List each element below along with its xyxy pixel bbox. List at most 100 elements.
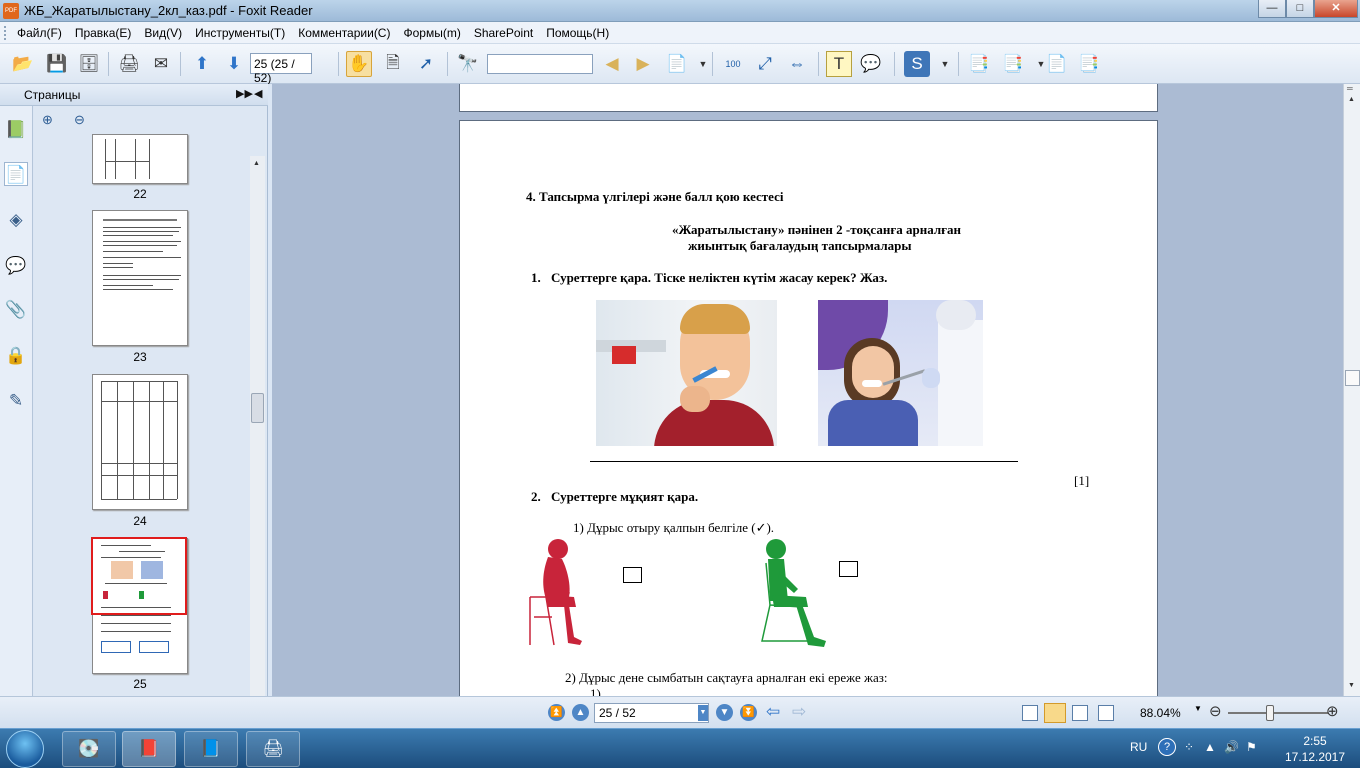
pdf-convert-icon[interactable]: 📑 [1000, 51, 1026, 77]
foxit-app-icon[interactable]: PDF [3, 3, 19, 19]
binoculars-icon[interactable]: 🔭 [455, 51, 481, 77]
next-page-icon[interactable]: ⬇ [221, 51, 247, 77]
continuous-page-icon[interactable] [1044, 703, 1066, 723]
scroll-up-arrow-icon[interactable]: ▲ [1348, 96, 1355, 103]
hand-tool-icon[interactable]: ✋ [346, 51, 372, 77]
speaker-icon[interactable]: 🔊 [1224, 740, 1239, 754]
scrollbar-thumb[interactable] [251, 393, 264, 423]
help-icon[interactable]: ? [1158, 738, 1176, 756]
toolbar-separator [338, 52, 339, 76]
good-posture-checkbox[interactable] [839, 561, 858, 577]
flag-icon[interactable]: ⚑ [1246, 740, 1257, 754]
zoom-out-icon[interactable]: ⊖ [1209, 702, 1222, 720]
dropdown-arrow-icon[interactable]: ▼ [932, 51, 958, 77]
start-button[interactable] [6, 730, 44, 768]
menu-item[interactable]: SharePoint [474, 26, 533, 40]
menu-item[interactable]: Правка(E) [75, 26, 132, 40]
language-indicator[interactable]: RU [1130, 740, 1147, 754]
next-page-icon[interactable]: ▼ [716, 704, 733, 721]
comments-icon[interactable]: 💬 [4, 254, 28, 278]
prev-page-icon[interactable]: ▲ [572, 704, 589, 721]
open-folder-icon[interactable]: 📂 [10, 51, 36, 77]
page-number-input[interactable]: 25 (25 / 52) [250, 53, 312, 85]
bad-posture-checkbox[interactable] [623, 567, 642, 583]
page-thumbnail-24[interactable] [92, 374, 188, 510]
pdf-page-icon[interactable]: 📄 [1044, 51, 1070, 77]
close-button[interactable]: ✕ [1314, 0, 1358, 18]
subtitle-line-1: «Жаратылыстану» пәнінен 2 -тоқсанға арна… [672, 222, 962, 237]
layers-icon[interactable]: ◈ [4, 208, 28, 232]
zoom-slider[interactable] [1228, 705, 1328, 721]
menu-item[interactable]: Помощь(H) [546, 26, 609, 40]
network-icon[interactable]: ⁘ [1184, 740, 1194, 754]
menu-item[interactable]: Инструменты(T) [195, 26, 285, 40]
print-icon[interactable]: 🖨 [116, 51, 142, 77]
maximize-button[interactable]: □ [1286, 0, 1314, 18]
foxit-reader-taskbar-icon[interactable]: 📕 [122, 731, 176, 767]
bookmarks-icon[interactable]: 📗 [4, 118, 28, 142]
scrollbar-thumb[interactable] [1345, 370, 1360, 386]
menu-item[interactable]: Комментарии(C) [298, 26, 390, 40]
note-icon[interactable]: 💬 [858, 51, 884, 77]
find-previous-icon[interactable]: ◀ [599, 51, 625, 77]
zoom-dropdown-icon[interactable]: ▼ [1194, 704, 1202, 713]
current-view-frame[interactable] [91, 537, 187, 615]
security-lock-icon[interactable]: 🔒 [4, 344, 28, 368]
thumbnail-label: 23 [133, 350, 147, 364]
minimize-button[interactable]: — [1258, 0, 1286, 18]
save-icon[interactable]: 💾 [44, 51, 70, 77]
last-page-icon[interactable]: ⏬ [740, 704, 757, 721]
actual-size-icon[interactable]: 100 [720, 51, 746, 77]
page-thumbnail-23[interactable] [92, 210, 188, 346]
zoom-level[interactable]: 88.04% [1140, 706, 1181, 720]
collapse-panel-icon[interactable]: ◀ [254, 87, 262, 100]
fit-options-icon[interactable]: 📄 [664, 51, 690, 77]
previous-page-icon[interactable]: ⬆ [189, 51, 215, 77]
split-view-icon[interactable]: ═ [1347, 84, 1353, 93]
clock[interactable]: 2:55 17.12.2017 [1280, 733, 1350, 765]
select-text-icon[interactable]: 🗎 [380, 51, 406, 77]
page-navigation-input[interactable]: 25 / 52 [594, 703, 709, 723]
scroll-up-arrow-icon[interactable]: ▲ [253, 160, 260, 167]
facing-pages-icon[interactable] [1072, 705, 1088, 721]
thumbnails-scrollbar[interactable]: ▲ ▼ [250, 156, 265, 716]
menu-item[interactable]: Вид(V) [144, 26, 182, 40]
zoom-thumbnail-in-icon[interactable]: ⊕ [42, 112, 60, 130]
first-page-icon[interactable]: ⏫ [548, 704, 565, 721]
fit-width-icon[interactable]: ⇔ [784, 51, 810, 77]
zoom-in-icon[interactable]: ⊕ [1326, 702, 1339, 720]
menu-item[interactable]: Формы(m) [403, 26, 460, 40]
panel-options-icon[interactable]: ▶▶ [236, 87, 253, 100]
scroll-down-arrow-icon[interactable]: ▼ [1348, 682, 1355, 689]
signature-icon[interactable]: ✎ [4, 389, 28, 413]
good-posture-figure [761, 539, 826, 647]
zoom-thumbnail-out-icon[interactable]: ⊖ [74, 112, 92, 130]
zoom-slider-knob[interactable] [1266, 705, 1274, 721]
back-arrow-icon[interactable]: ⇦ [766, 702, 780, 722]
printer-taskbar-icon[interactable]: 🖨 [246, 731, 300, 767]
pdf-create-icon[interactable]: 📑 [966, 51, 992, 77]
email-icon[interactable]: ✉ [148, 51, 174, 77]
pdf-combine-icon[interactable]: 📑 [1076, 51, 1102, 77]
document-scrollbar[interactable]: ═ ▲ ▼ [1343, 84, 1360, 696]
pdf-page: 4. Тапсырма үлгілері және балл қою кесте… [459, 120, 1158, 700]
find-input[interactable] [487, 54, 593, 74]
menu-item[interactable]: Файл(F) [17, 26, 62, 40]
save-all-icon[interactable]: 🗄 [76, 51, 102, 77]
forward-arrow-icon[interactable]: ⇨ [792, 702, 806, 722]
continuous-facing-icon[interactable] [1098, 705, 1114, 721]
find-next-icon[interactable]: ▶ [630, 51, 656, 77]
attachments-icon[interactable]: 📎 [4, 298, 28, 322]
page-dropdown-icon[interactable]: ▼ [698, 705, 708, 721]
removable-drive-icon[interactable]: 💽 [62, 731, 116, 767]
word-taskbar-icon[interactable]: 📘 [184, 731, 238, 767]
page-thumbnail-22[interactable] [92, 134, 188, 184]
toolbar-separator [447, 52, 448, 76]
pages-icon[interactable]: 📄 [4, 162, 28, 186]
typewriter-icon[interactable]: T [826, 51, 852, 77]
fit-page-icon[interactable]: ⤢ [752, 51, 778, 77]
sharepoint-icon[interactable]: S [904, 51, 930, 77]
single-page-icon[interactable] [1022, 705, 1038, 721]
select-arrow-icon[interactable]: ➚ [413, 51, 439, 77]
show-hidden-icon[interactable]: ▲ [1204, 740, 1216, 754]
